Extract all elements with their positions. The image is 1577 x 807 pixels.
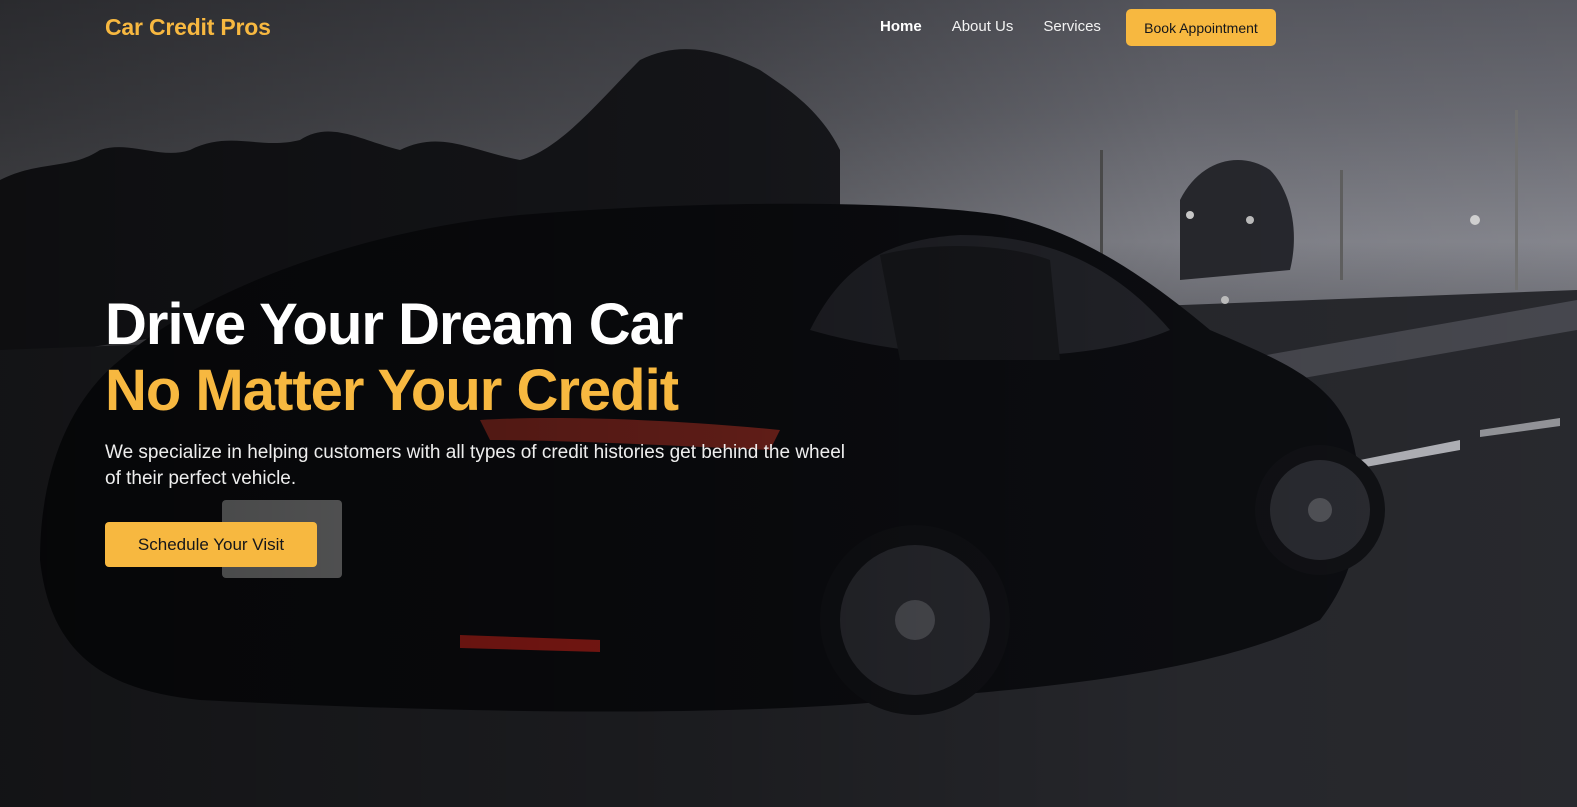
brand-logo[interactable]: Car Credit Pros — [105, 14, 271, 41]
nav-link-about-us[interactable]: About Us — [952, 18, 1014, 35]
nav-links: Home About Us Services — [880, 18, 1101, 35]
nav-link-home[interactable]: Home — [880, 18, 922, 35]
headline-line-2: No Matter Your Credit — [105, 358, 679, 423]
book-appointment-button[interactable]: Book Appointment — [1126, 9, 1276, 46]
hero-headline: Drive Your Dream Car No Matter Your Cred… — [105, 292, 865, 424]
hero-subtext: We specialize in helping customers with … — [105, 442, 845, 489]
hero-content: Drive Your Dream Car No Matter Your Cred… — [105, 292, 865, 567]
headline-line-1: Drive Your Dream Car — [105, 292, 683, 357]
top-navbar: Car Credit Pros Home About Us Services B… — [0, 0, 1577, 56]
schedule-visit-button[interactable]: Schedule Your Visit — [105, 522, 317, 567]
nav-link-services[interactable]: Services — [1043, 18, 1101, 35]
